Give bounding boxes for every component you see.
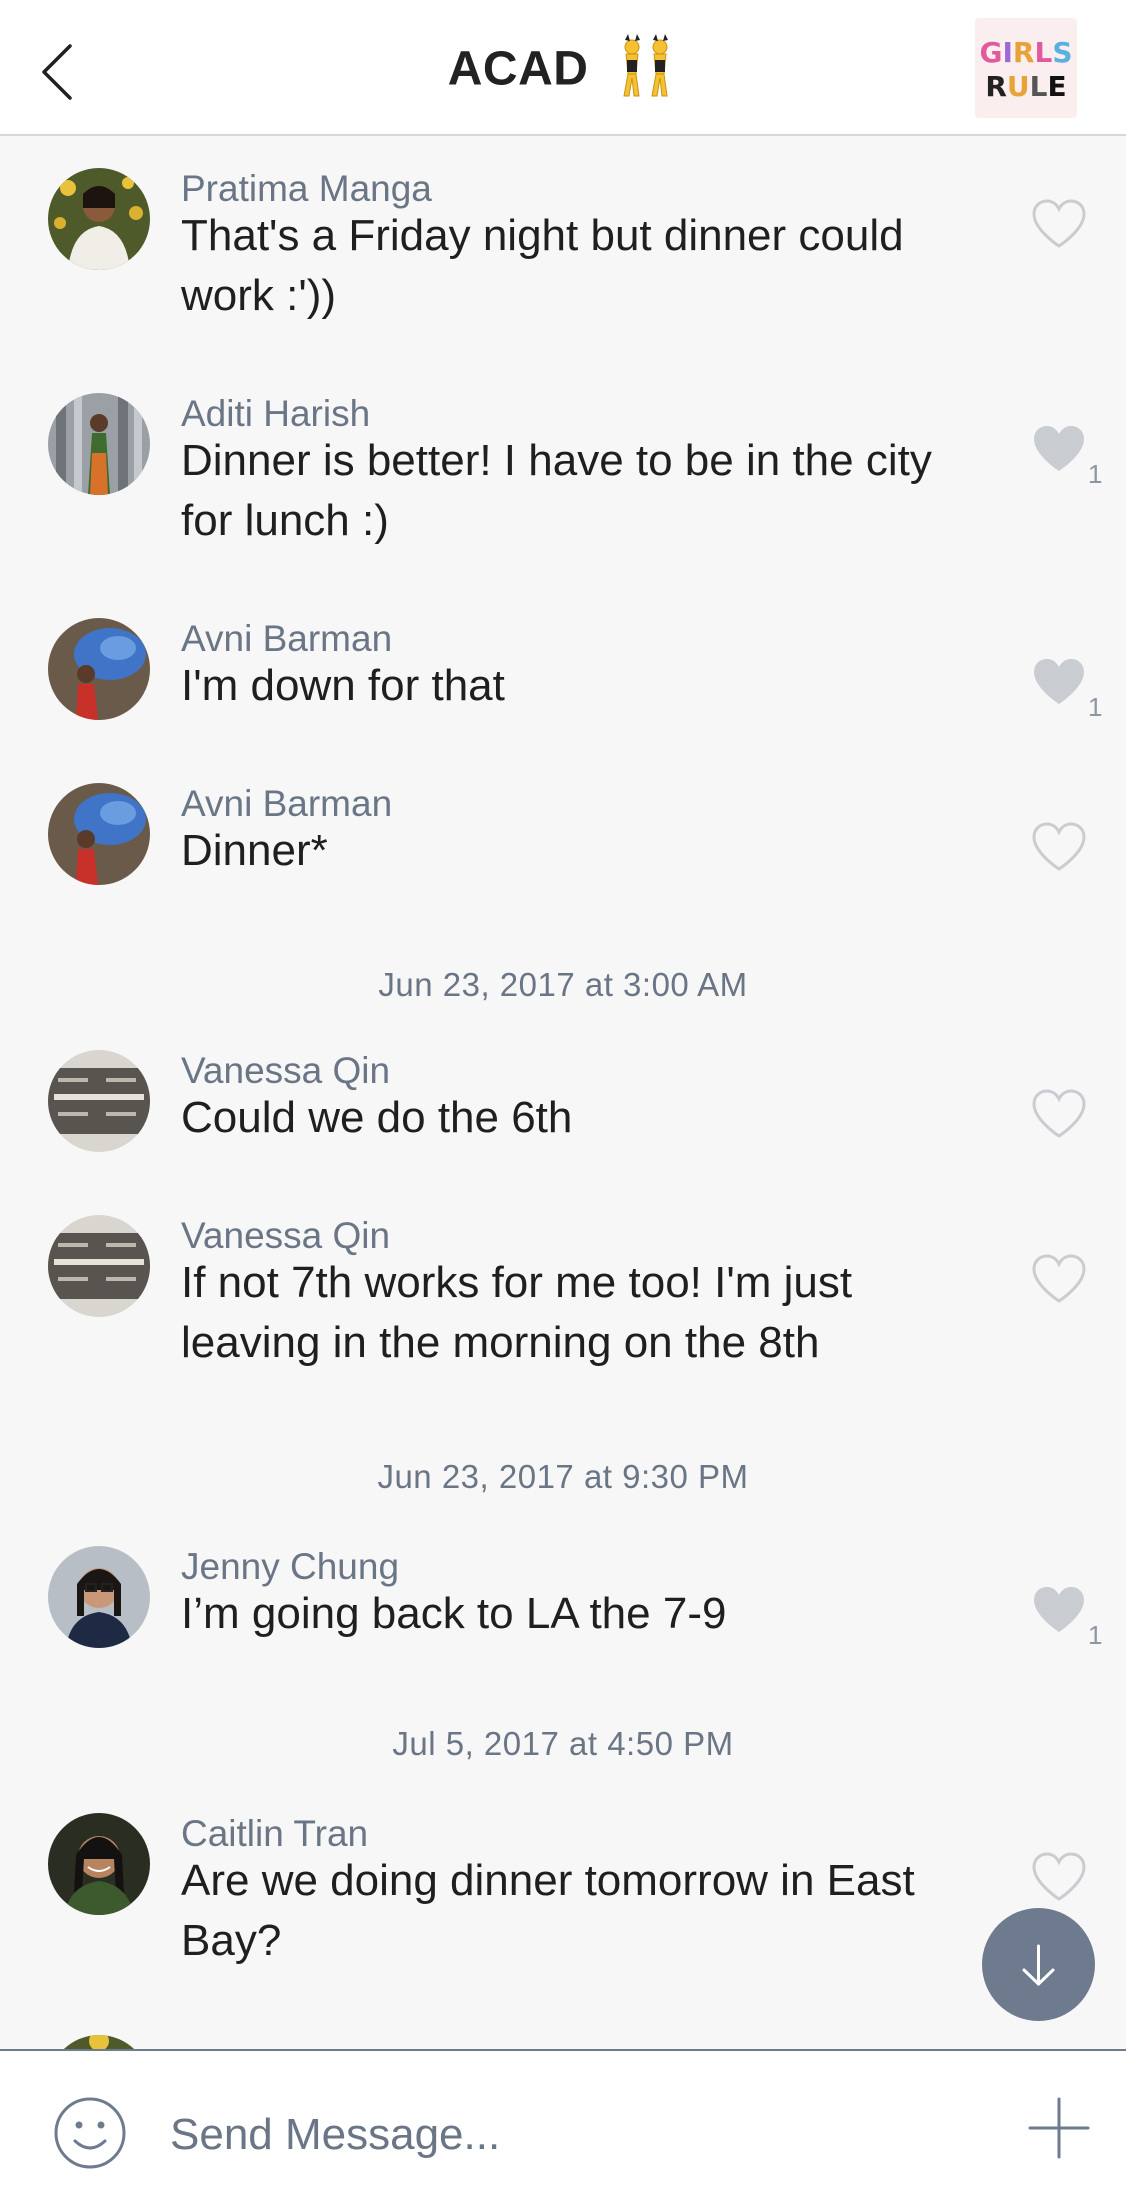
- like-button[interactable]: [1030, 1584, 1088, 1636]
- avatar[interactable]: [48, 393, 150, 495]
- avatar[interactable]: [48, 2035, 150, 2049]
- heart-outline-icon: [1032, 1852, 1086, 1901]
- message-text: That's a Friday night but dinner could w…: [181, 211, 904, 320]
- avatar[interactable]: [48, 783, 150, 885]
- sender-name: Aditi Harish: [181, 393, 371, 434]
- emoji-button[interactable]: [52, 2095, 128, 2171]
- date-separator: Jun 23, 2017 at 9:30 PM: [377, 1458, 749, 1495]
- svg-text:RULE: RULE: [985, 70, 1066, 103]
- heart-outline-icon: [1032, 1254, 1086, 1303]
- like-button[interactable]: [1030, 821, 1088, 873]
- like-count: 1: [1088, 692, 1103, 722]
- like-button[interactable]: [1030, 656, 1088, 708]
- heart-filled-icon: [1034, 659, 1084, 704]
- date-separator: Jul 5, 2017 at 4:50 PM: [392, 1725, 734, 1762]
- like-count: 1: [1088, 1620, 1103, 1650]
- message-text: Could we do the 6th: [181, 1093, 573, 1142]
- message-input[interactable]: [168, 2101, 972, 2169]
- message-text: Are we doing dinner tomorrow in East Bay…: [181, 1856, 915, 1965]
- avatar[interactable]: [48, 1050, 150, 1152]
- like-button[interactable]: [1030, 1253, 1088, 1305]
- girls-rule-logo: GIRLS RULE: [975, 18, 1077, 118]
- heart-outline-icon: [1032, 1089, 1086, 1138]
- sender-name: Vanessa Qin: [181, 1050, 391, 1091]
- message-text: I'm down for that: [181, 661, 505, 710]
- date-separator: Jun 23, 2017 at 3:00 AM: [378, 966, 748, 1003]
- avatar[interactable]: [48, 1546, 150, 1648]
- like-button[interactable]: [1030, 1088, 1088, 1140]
- avatar[interactable]: [48, 1813, 150, 1915]
- sender-name: Caitlin Tran: [181, 1813, 369, 1854]
- add-attachment-button[interactable]: [1028, 2097, 1090, 2159]
- message-feed[interactable]: Pratima Manga That's a Friday night but …: [0, 136, 1126, 2049]
- arrow-down-icon: [1022, 1944, 1055, 1986]
- message-text: If not 7th works for me too! I'm just le…: [181, 1258, 853, 1367]
- message-text: Dinner is better! I have to be in the ci…: [181, 436, 932, 545]
- like-button[interactable]: [1030, 198, 1088, 250]
- sender-name: Pratima Manga: [181, 168, 432, 209]
- plus-icon: [1028, 2097, 1090, 2159]
- message-text: I’m going back to LA the 7-9: [181, 1589, 727, 1638]
- svg-text:GIRLS: GIRLS: [980, 36, 1073, 69]
- sender-name: Jenny Chung: [181, 1546, 400, 1587]
- heart-outline-icon: [1032, 822, 1086, 871]
- sender-name: Vanessa Qin: [181, 1215, 391, 1256]
- heart-filled-icon: [1034, 1587, 1084, 1632]
- chat-title-text: ACAD: [447, 42, 589, 96]
- like-count: 1: [1088, 459, 1103, 489]
- scroll-to-bottom-button[interactable]: [982, 1908, 1095, 2021]
- group-avatar[interactable]: GIRLS RULE: [975, 18, 1077, 118]
- message-text: Dinner*: [181, 826, 328, 875]
- dancers-emoji-icon: [614, 34, 678, 110]
- heart-filled-icon: [1034, 426, 1084, 471]
- avatar[interactable]: [48, 1215, 150, 1317]
- message-composer: [0, 2049, 1126, 2196]
- sender-name: Avni Barman: [181, 618, 393, 659]
- avatar[interactable]: [48, 168, 150, 270]
- smiley-icon: [54, 2097, 126, 2169]
- chat-title[interactable]: ACAD: [0, 34, 1126, 110]
- like-button[interactable]: [1030, 1851, 1088, 1903]
- heart-outline-icon: [1032, 199, 1086, 248]
- sender-name: Avni Barman: [181, 783, 393, 824]
- like-button[interactable]: [1030, 423, 1088, 475]
- avatar[interactable]: [48, 618, 150, 720]
- chat-header: ACAD GIRLS RULE: [0, 0, 1126, 136]
